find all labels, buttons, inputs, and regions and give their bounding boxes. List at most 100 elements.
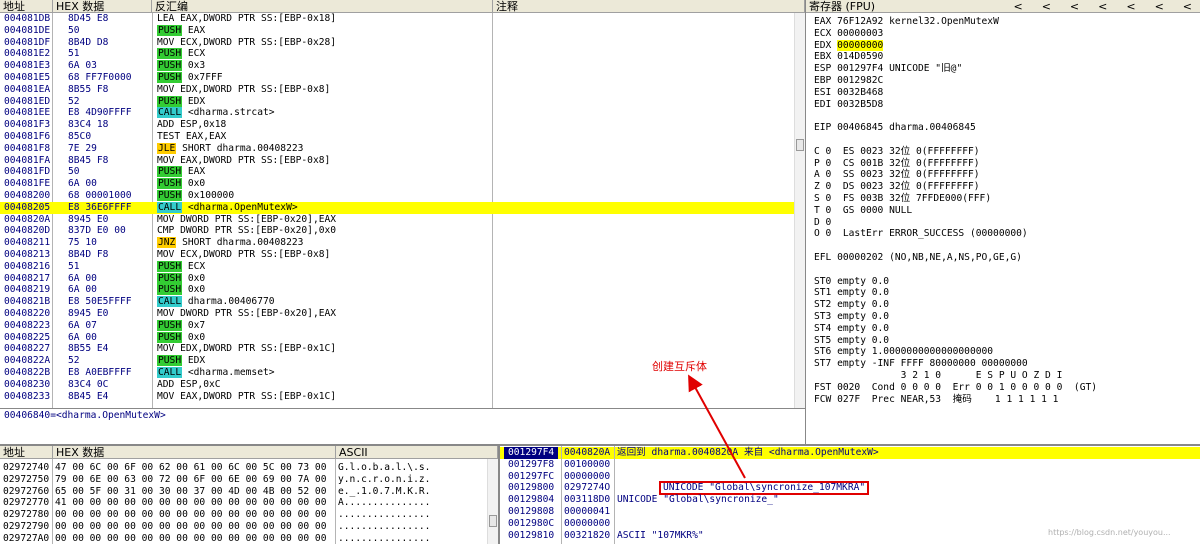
col-address[interactable]: 地址 (0, 0, 53, 12)
disasm-row[interactable]: 004081E3 6A 03 PUSH 0x3 (0, 60, 805, 72)
dump-col-ascii[interactable]: ASCII (336, 446, 498, 458)
disasm-row[interactable]: 004081F6 85C0 TEST EAX,EAX (0, 131, 805, 143)
disasm-row[interactable]: 004081DB 8D45 E8 LEA EAX,DWORD PTR SS:[EBP… (0, 13, 805, 25)
stack-row[interactable]: 001297FC 00000000 (500, 471, 1200, 483)
disasm-row[interactable]: 004081E2 51 PUSH ECX (0, 48, 805, 60)
disasm-row[interactable]: 0040820D 837D E0 00 CMP DWORD PTR SS:[EBP-… (0, 225, 805, 237)
dump-scrollbar[interactable] (487, 459, 498, 544)
stack-row[interactable]: 001297F4 0040820A 返回到 dharma.0040820A 来自 <… (500, 447, 1200, 459)
registers-pane[interactable]: 寄存器 (FPU) < < < < < < < EAX 76F12A92 kernel32.… (806, 0, 1200, 446)
disasm-row[interactable]: 00408217 6A 00 PUSH 0x0 (0, 272, 805, 285)
disasm-row[interactable]: 00408233 8B45 E4 MOV EAX,DWORD PTR SS:[EBP… (0, 391, 805, 403)
disasm-hex: 8D45 E8 (68, 13, 109, 24)
disasm-row[interactable]: 004081EA 8B55 F8 MOV EDX,DWORD PTR SS:[EBP… (0, 84, 805, 96)
disasm-row[interactable]: 00408205 E8 36E6FFFF CALL <dharma.OpenMute… (0, 201, 805, 214)
register-line[interactable]: S 0 FS 003B 32位 7FFDE000(FFF) (814, 193, 1200, 205)
nav-left-arrow[interactable]: < (1067, 0, 1079, 12)
stack-row[interactable]: 001297F8 00100000 (500, 459, 1200, 471)
nav-left-arrow[interactable]: < (1123, 0, 1135, 12)
register-line[interactable]: ECX 00000003 (814, 28, 1200, 40)
register-line[interactable] (814, 240, 1200, 252)
register-line[interactable] (814, 264, 1200, 276)
cpu-scrollbar[interactable] (794, 13, 805, 408)
register-line[interactable]: A 0 SS 0023 32位 0(FFFFFFFF) (814, 169, 1200, 181)
dump-row[interactable]: 029727A0 00 00 00 00 00 00 00 00 00 00 00… (0, 533, 498, 544)
disasm-row[interactable]: 004081ED 52 PUSH EDX (0, 95, 805, 108)
disasm-row[interactable]: 00408220 8945 E0 MOV DWORD PTR SS:[EBP-0x2… (0, 308, 805, 320)
disasm-row[interactable]: 00408200 68 00001000 PUSH 0x100000 (0, 190, 805, 202)
register-line[interactable]: Z 0 DS 0023 32位 0(FFFFFFFF) (814, 181, 1200, 193)
register-line[interactable]: FCW 027F Prec NEAR,53 掩码 1 1 1 1 1 1 (814, 394, 1200, 406)
disasm-row[interactable]: 0040820A 8945 E0 MOV DWORD PTR SS:[EBP-0x2… (0, 214, 805, 226)
register-line[interactable]: ST1 empty 0.0 (814, 287, 1200, 299)
disasm-row[interactable]: 00408211 75 10 JNZ SHORT dharma.00408223 (0, 237, 805, 249)
register-line[interactable]: C 0 ES 0023 32位 0(FFFFFFFF) (814, 146, 1200, 158)
dump-scroll-thumb[interactable] (489, 515, 497, 527)
dump-row[interactable]: 02972790 00 00 00 00 00 00 00 00 00 00 00… (0, 521, 498, 533)
stack-row[interactable]: 00129804 003118D0 UNICODE "Global\syncroni… (500, 494, 1200, 506)
disasm-row[interactable]: 004081F3 83C4 18 ADD ESP,0x18 (0, 119, 805, 131)
disasm-row[interactable]: 004081FA 8B45 F8 MOV EAX,DWORD PTR SS:[EBP… (0, 155, 805, 167)
dump-row[interactable]: 02972740 47 00 6C 00 6F 00 62 00 61 00 6C… (0, 462, 498, 474)
register-line[interactable]: ESP 001297F4 UNICODE "旧@" (814, 63, 1200, 75)
disasm-row[interactable]: 004081E5 68 FF7F0000 PUSH 0x7FFF (0, 72, 805, 84)
disasm-row[interactable]: 004081EE E8 4D90FFFF CALL <dharma.strcat> (0, 107, 805, 119)
disasm-row[interactable]: 004081FE 6A 00 PUSH 0x0 (0, 178, 805, 190)
disasm-row[interactable]: 004081FD 50 PUSH EAX (0, 166, 805, 178)
register-line[interactable]: ESI 0032B468 (814, 87, 1200, 99)
register-line[interactable]: EIP 00406845 dharma.00406845 (814, 122, 1200, 134)
nav-left-arrow[interactable]: < (1095, 0, 1107, 12)
nav-left-arrow[interactable]: < (1180, 0, 1192, 12)
register-line[interactable]: 3 2 1 0 E S P U O Z D I (814, 370, 1200, 382)
dump-col-address[interactable]: 地址 (0, 446, 53, 458)
disasm-row[interactable]: 00408216 51 PUSH ECX (0, 260, 805, 273)
disasm-row[interactable]: 00408213 8B4D F8 MOV ECX,DWORD PTR SS:[EBP… (0, 249, 805, 261)
cpu-disassembly-pane[interactable]: 地址 HEX 数据 反汇编 注释 004081DB 8D45 E8 LEA EAX,… (0, 0, 806, 408)
stack-row[interactable]: 00129800 0297274O UNICODE "Global\syncroni… (500, 481, 1200, 496)
disasm-row[interactable]: 004081DE 50 PUSH EAX (0, 24, 805, 37)
disasm-row[interactable]: 00408227 8B55 E4 MOV EDX,DWORD PTR SS:[EBP… (0, 343, 805, 355)
col-disassembly[interactable]: 反汇编 (152, 0, 493, 12)
memory-dump-pane[interactable]: 地址 HEX 数据 ASCII 02972740 47 00 6C 00 6F 0… (0, 446, 500, 544)
stack-row[interactable]: 00129808 00000041 (500, 506, 1200, 518)
register-line[interactable]: EAX 76F12A92 kernel32.OpenMutexW (814, 16, 1200, 28)
disasm-row[interactable]: 0040821B E8 50E5FFFF CALL dharma.00406770 (0, 296, 805, 308)
register-line[interactable]: D 0 (814, 217, 1200, 229)
register-line[interactable]: EFL 00000202 (NO,NB,NE,A,NS,PO,GE,G) (814, 252, 1200, 264)
disasm-row[interactable]: 00408225 6A 00 PUSH 0x0 (0, 331, 805, 344)
nav-left-arrow[interactable]: < (1039, 0, 1051, 12)
dump-row[interactable]: 02972760 65 00 5F 00 31 00 30 00 37 00 4D… (0, 486, 498, 498)
register-line[interactable]: ST4 empty 0.0 (814, 323, 1200, 335)
register-line[interactable]: ST7 empty -INF FFFF 80000000 00000000 (814, 358, 1200, 370)
register-line[interactable] (814, 134, 1200, 146)
register-line[interactable]: ST6 empty 1.0000000000000000000 (814, 346, 1200, 358)
register-line[interactable]: ST2 empty 0.0 (814, 299, 1200, 311)
cpu-scroll-thumb[interactable] (796, 139, 804, 151)
dump-row[interactable]: 02972770 41 00 00 00 00 00 00 00 00 00 00… (0, 497, 498, 509)
dump-row[interactable]: 02972750 79 00 6E 00 63 00 72 00 6F 00 6E… (0, 474, 498, 486)
register-line[interactable]: EBP 0012982C (814, 75, 1200, 87)
disasm-row[interactable]: 00408219 6A 00 PUSH 0x0 (0, 284, 805, 296)
disasm-row[interactable]: 004081DF 8B4D D8 MOV ECX,DWORD PTR SS:[EBP… (0, 37, 805, 49)
registers-title[interactable]: 寄存器 (FPU) (806, 0, 875, 12)
nav-left-arrow[interactable]: < (1152, 0, 1164, 12)
col-comment[interactable]: 注释 (493, 0, 805, 12)
register-line[interactable]: EBX 014D0590 (814, 51, 1200, 63)
dump-col-hex[interactable]: HEX 数据 (53, 446, 336, 458)
register-line[interactable]: ST0 empty 0.0 (814, 276, 1200, 288)
disasm-row[interactable]: 00408230 83C4 0C ADD ESP,0xC (0, 379, 805, 391)
col-hex[interactable]: HEX 数据 (53, 0, 152, 12)
register-line[interactable]: EDX 00000000 (814, 39, 1200, 52)
dump-row[interactable]: 02972780 00 00 00 00 00 00 00 00 00 00 00… (0, 509, 498, 521)
disasm-row[interactable]: 004081F8 7E 29 JLE SHORT dharma.00408223 (0, 142, 805, 155)
nav-left-arrow[interactable]: < (1010, 0, 1022, 12)
register-line[interactable]: O 0 LastErr ERROR_SUCCESS (00000000) (814, 228, 1200, 240)
register-line[interactable]: EDI 0032B5D8 (814, 99, 1200, 111)
register-line[interactable]: T 0 GS 0000 NULL (814, 205, 1200, 217)
register-line[interactable]: FST 0020 Cond 0 0 0 0 Err 0 0 1 0 0 0 0 … (814, 382, 1200, 394)
register-line[interactable]: ST3 empty 0.0 (814, 311, 1200, 323)
disasm-row[interactable]: 00408223 6A 07 PUSH 0x7 (0, 319, 805, 332)
register-line[interactable]: P 0 CS 001B 32位 0(FFFFFFFF) (814, 158, 1200, 170)
register-line[interactable]: ST5 empty 0.0 (814, 335, 1200, 347)
register-line[interactable] (814, 110, 1200, 122)
